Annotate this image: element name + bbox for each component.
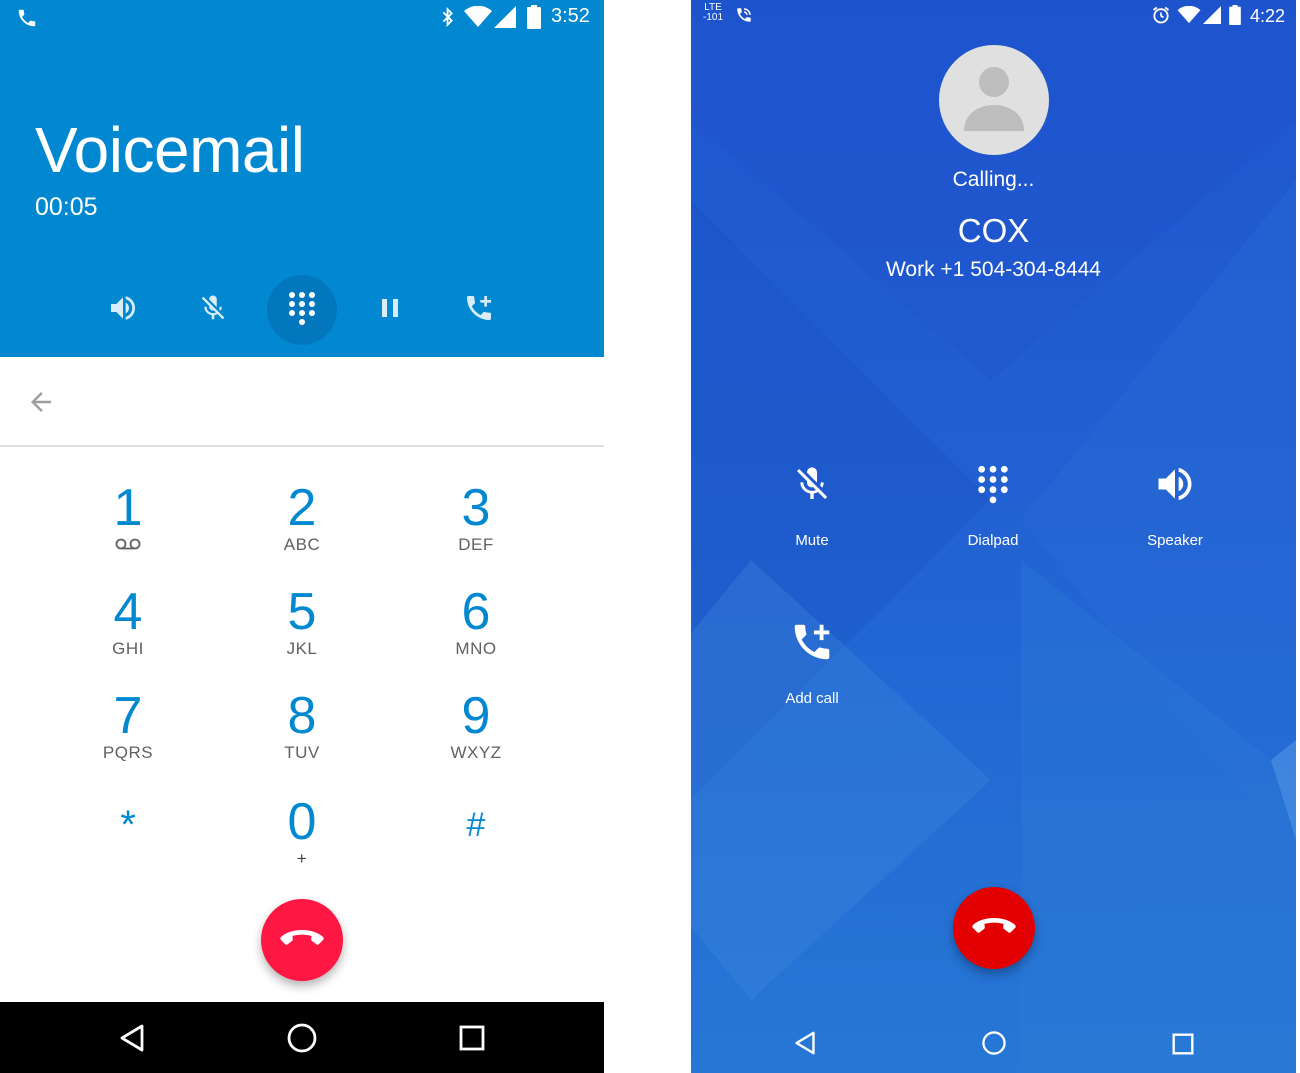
hang-up-icon (971, 916, 1017, 940)
dialed-number-row (0, 357, 604, 447)
dialpad-key-0[interactable]: 0 + (242, 794, 362, 868)
key-letters: + (296, 849, 308, 868)
dialpad-key-9[interactable]: 9 WXYZ (416, 688, 536, 762)
wifi-icon (464, 5, 492, 32)
add-call-button[interactable] (444, 275, 514, 345)
nav-home-icon[interactable] (978, 1027, 1010, 1059)
alarm-icon (1151, 5, 1171, 29)
hold-button[interactable] (355, 275, 425, 345)
key-letters: WXYZ (450, 743, 502, 762)
status-time: 3:52 (551, 5, 590, 27)
status-time: 4:22 (1250, 6, 1286, 26)
dialpad-icon (287, 291, 317, 329)
signal-strength: -101 (703, 12, 724, 23)
key-letters: DEF (458, 535, 494, 554)
mute-button[interactable]: Mute (737, 460, 887, 549)
call-timer: 00:05 (35, 193, 98, 221)
nav-recents-icon[interactable] (452, 1018, 492, 1058)
person-icon (964, 67, 1024, 131)
bluetooth-icon (440, 6, 456, 32)
contact-avatar (939, 45, 1049, 155)
key-digit: * (120, 803, 136, 847)
key-digit: 4 (113, 583, 143, 641)
dialpad-button[interactable] (267, 275, 337, 345)
nav-recents-icon[interactable] (1167, 1028, 1199, 1060)
key-letters: GHI (112, 639, 144, 658)
battery-icon (527, 5, 541, 33)
cell-signal-icon (494, 6, 516, 32)
key-digit: 7 (113, 687, 143, 745)
dialpad-button[interactable]: Dialpad (918, 460, 1068, 549)
key-digit: 0 (287, 793, 317, 851)
mute-icon (198, 293, 228, 327)
key-digit: # (466, 806, 486, 844)
key-digit: 3 (461, 479, 491, 537)
dialpad-key-3[interactable]: 3 DEF (416, 480, 536, 554)
key-digit: 5 (287, 583, 317, 641)
key-letters: MNO (455, 639, 497, 658)
dialpad-key-6[interactable]: 6 MNO (416, 584, 536, 658)
call-header: Voicemail 00:05 (0, 35, 604, 357)
dialpad-key-5[interactable]: 5 JKL (242, 584, 362, 658)
in-call-screen-calling: LTE -101 4:22 Calling... COX Work +1 504… (691, 0, 1296, 1073)
speaker-label: Speaker (1147, 532, 1203, 549)
dialpad-key-4[interactable]: 4 GHI (68, 584, 188, 658)
key-digit: 9 (461, 687, 491, 745)
key-letters: JKL (286, 639, 318, 658)
battery-icon (1229, 5, 1241, 29)
dialpad-icon (918, 460, 1068, 508)
call-title: Voicemail (35, 114, 305, 186)
speaker-icon (107, 292, 139, 328)
key-digit: 2 (287, 479, 317, 537)
mute-icon (737, 460, 887, 508)
wifi-icon (1177, 5, 1201, 28)
dialpad-key-hash[interactable]: # (416, 800, 536, 850)
navigation-bar (0, 1002, 604, 1073)
key-letters: ABC (283, 535, 321, 554)
add-call-button[interactable]: Add call (737, 618, 887, 707)
nav-home-icon[interactable] (282, 1018, 322, 1058)
add-call-label: Add call (785, 690, 839, 707)
dialpad-label: Dialpad (967, 532, 1019, 549)
key-digit: 8 (287, 687, 317, 745)
network-indicator: LTE -101 (703, 3, 723, 23)
phone-icon (16, 7, 38, 33)
dialpad-key-7[interactable]: 7 PQRS (68, 688, 188, 762)
add-call-icon (463, 292, 495, 328)
dialpad-key-8[interactable]: 8 TUV (242, 688, 362, 762)
status-bar: 3:52 (0, 0, 604, 35)
voicemail-icon (68, 536, 188, 554)
hang-up-icon (279, 928, 325, 952)
key-letters: PQRS (102, 743, 154, 762)
call-status: Calling... (952, 168, 1035, 191)
speaker-button[interactable]: Speaker (1100, 460, 1250, 549)
dialpad-key-star[interactable]: * (68, 800, 188, 850)
speaker-icon (1100, 460, 1250, 508)
mute-button[interactable] (178, 275, 248, 345)
key-letters: TUV (284, 743, 320, 762)
phone-icon (735, 6, 753, 28)
nav-back-icon[interactable] (112, 1020, 152, 1056)
contact-name: COX (957, 212, 1030, 249)
dialpad-key-2[interactable]: 2 ABC (242, 480, 362, 554)
key-digit: 6 (461, 583, 491, 641)
nav-back-icon[interactable] (789, 1028, 821, 1058)
back-arrow-icon[interactable] (26, 387, 56, 421)
mute-label: Mute (795, 532, 829, 549)
end-call-button[interactable] (953, 887, 1035, 969)
end-call-button[interactable] (261, 899, 343, 981)
pause-icon (378, 296, 402, 324)
in-call-screen-voicemail: 3:52 Voicemail 00:05 1 2 ABC 3 DEF 4 GHI… (0, 0, 604, 1073)
speaker-button[interactable] (88, 275, 158, 345)
cell-signal-icon (1203, 6, 1221, 28)
contact-number: Work +1 504-304-8444 (885, 258, 1101, 281)
dialpad-key-1[interactable]: 1 (68, 480, 188, 554)
key-digit: 1 (113, 479, 143, 537)
add-call-icon (737, 618, 887, 666)
status-bar: LTE -101 4:22 (691, 0, 1296, 34)
